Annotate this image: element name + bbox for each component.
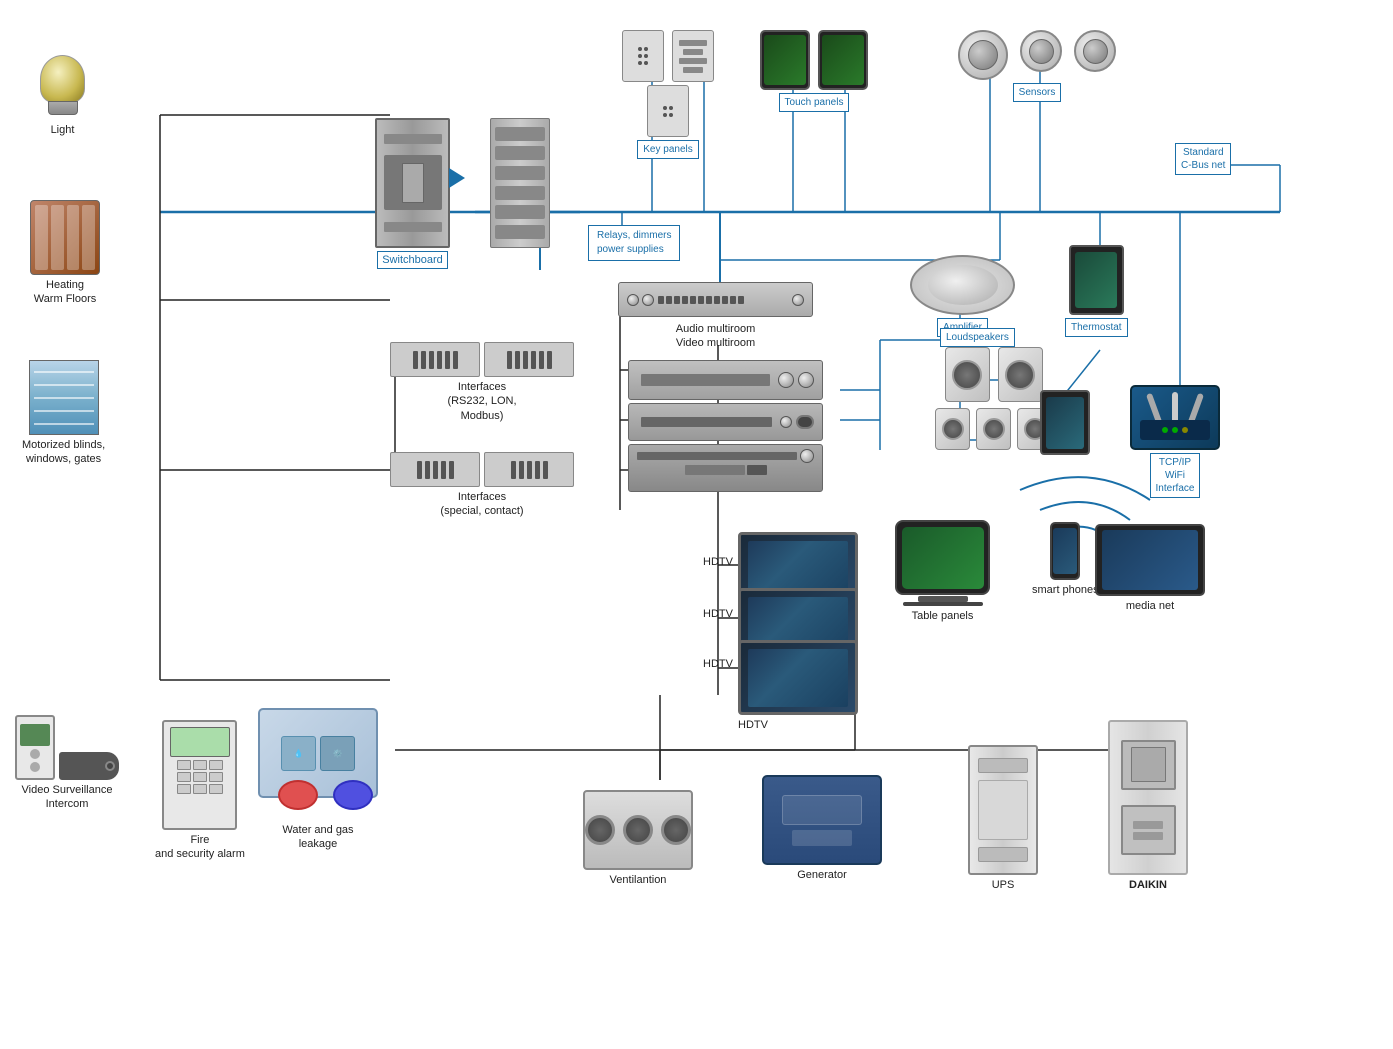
thermostat-icon [1069, 245, 1124, 315]
water-gas-node: 💧 ⚙️ Water and gasleakage [258, 708, 378, 852]
din-rail-node [490, 118, 550, 248]
generator-icon [762, 775, 882, 865]
fire-alarm-node: Fireand security alarm [155, 720, 245, 862]
generator-node: Generator [762, 775, 882, 882]
ups-node: UPS [968, 745, 1038, 892]
arrow-icon [449, 168, 465, 188]
touch-panels-node: Touch panels [760, 30, 868, 112]
video-surveillance-icon [15, 715, 119, 780]
fire-alarm-label: Fireand security alarm [155, 833, 245, 862]
media-net-node: media net [1095, 524, 1205, 613]
water-gas-icon: 💧 ⚙️ [258, 708, 378, 798]
ventilation-label: Ventilantion [610, 873, 667, 887]
table-panels-icon [895, 520, 990, 595]
interfaces-special-node: Interfaces(special, contact) [390, 452, 574, 519]
water-gas-label: Water and gasleakage [282, 823, 353, 852]
audio-multiroom-label: Audio multiroomVideo multiroom [676, 322, 755, 351]
key-panels-node: Key panels [622, 30, 714, 159]
hdtv1-side-label: HDTV [703, 556, 733, 568]
light-icon [35, 55, 90, 120]
fire-alarm-icon [162, 720, 237, 830]
relay-dimmers-label: Relays, dimmerspower supplies [588, 225, 680, 261]
light-node: Light [35, 55, 90, 137]
heating-node: HeatingWarm Floors [30, 200, 100, 307]
daikin-icon [1108, 720, 1188, 875]
video-surveillance-node: Video SurveillanceIntercom [15, 715, 119, 812]
light-label: Light [51, 123, 75, 137]
tcp-wifi-icon [1130, 385, 1220, 450]
daikin-label: DAIKIN [1129, 878, 1167, 892]
media-net-label: media net [1126, 599, 1174, 613]
generator-label: Generator [797, 868, 847, 882]
amplifier-icon [910, 255, 1015, 315]
interfaces-rs232-label: Interfaces(RS232, LON,Modbus) [447, 380, 516, 423]
audio-device-1-icon [618, 282, 813, 317]
standard-cbus-label: StandardC-Bus net [1175, 143, 1231, 175]
hdtv3-label: HDTV [738, 718, 858, 732]
hdtv2-side-label: HDTV [703, 608, 733, 620]
av-devices-node [628, 360, 823, 492]
ventilation-icon [583, 790, 693, 870]
thermostat-display-icon [1040, 390, 1090, 455]
av-device-4-icon [628, 444, 823, 492]
smart-phones-icon [1050, 522, 1080, 580]
heating-icon [30, 200, 100, 275]
touch-panels-label: Touch panels [779, 93, 850, 112]
interfaces-special-label: Interfaces(special, contact) [440, 490, 523, 519]
av-device-3-icon [628, 403, 823, 441]
thermostat-node: Thermostat [1065, 245, 1128, 337]
hdtv3-node: HDTV [738, 640, 858, 732]
thermostat-label: Thermostat [1065, 318, 1128, 337]
media-net-icon [1095, 524, 1205, 596]
thermostat-display-node [1040, 390, 1090, 455]
tcp-wifi-label: TCP/IPWiFiInterface [1150, 453, 1201, 498]
relay-dimmers-node: Relays, dimmerspower supplies [588, 225, 680, 261]
sensors-icon [958, 30, 1116, 80]
smart-phones-node: smart phones [1032, 522, 1099, 597]
smart-phones-label: smart phones [1032, 583, 1099, 597]
switchboard-label: Switchboard [377, 251, 448, 269]
interfaces-rs232-icon [390, 342, 574, 377]
daikin-node: DAIKIN [1108, 720, 1188, 892]
loudspeakers-label: Loudspeakers [940, 328, 1015, 347]
loudspeakers-icon [945, 347, 1043, 402]
key-panels-label: Key panels [637, 140, 698, 159]
blinds-node: Motorized blinds,windows, gates [22, 360, 105, 467]
table-panels-node: Table panels [895, 520, 990, 623]
hdtv3-icon [738, 640, 858, 715]
key-panels-icon [622, 30, 714, 82]
interfaces-special-icon [390, 452, 574, 487]
touch-panels-icon [760, 30, 868, 90]
blinds-label: Motorized blinds,windows, gates [22, 438, 105, 467]
sensors-node: Sensors [958, 30, 1116, 102]
switchboard-icon [375, 118, 450, 248]
din-rail-icon [490, 118, 550, 248]
sensors-label: Sensors [1013, 83, 1062, 102]
audio-multiroom-node: Audio multiroomVideo multiroom [618, 282, 813, 351]
blinds-icon [29, 360, 99, 435]
heating-label: HeatingWarm Floors [34, 278, 97, 307]
ventilation-node: Ventilantion [583, 790, 693, 887]
tcp-wifi-node: TCP/IPWiFiInterface [1130, 385, 1220, 498]
table-panels-label: Table panels [912, 609, 974, 623]
interfaces-rs232-node: Interfaces(RS232, LON,Modbus) [390, 342, 574, 423]
ups-icon [968, 745, 1038, 875]
ups-label: UPS [992, 878, 1015, 892]
loudspeakers-node: Loudspeakers [935, 325, 1052, 450]
av-device-2-icon [628, 360, 823, 400]
video-surveillance-label: Video SurveillanceIntercom [22, 783, 113, 812]
standard-cbus-node: StandardC-Bus net [1175, 140, 1231, 175]
hdtv3-side-label: HDTV [703, 658, 733, 670]
switchboard-node: Switchboard [375, 118, 450, 269]
